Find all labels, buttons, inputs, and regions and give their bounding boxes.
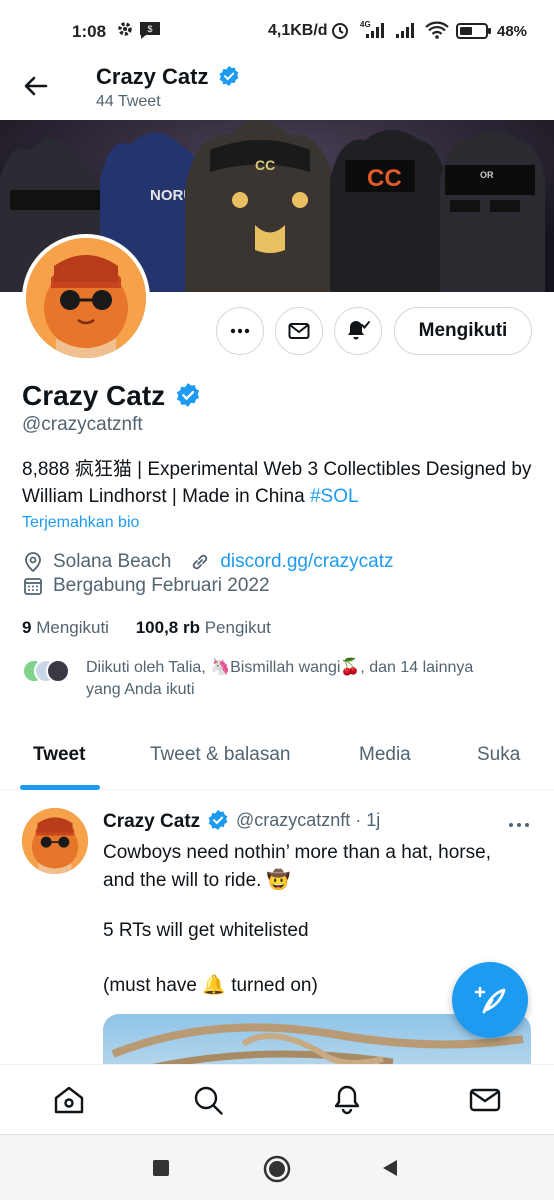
tweet-handle-time: @crazycatznft · 1j <box>236 810 381 830</box>
tweet-author-avatar[interactable] <box>22 808 88 874</box>
tweet-text-line: (must have 🔔 turned on) <box>103 975 318 996</box>
avatar-cat-image <box>26 238 146 358</box>
tab-media[interactable]: Media <box>359 744 411 766</box>
alarm-icon <box>332 23 348 39</box>
hashtag-link[interactable]: #SOL <box>310 486 359 507</box>
compose-feather-icon <box>474 986 506 1014</box>
messages-envelope-icon[interactable] <box>468 1083 502 1117</box>
tweet-count: 44 Tweet <box>96 93 161 110</box>
envelope-icon <box>288 323 310 339</box>
calendar-icon <box>24 578 42 595</box>
settings-icon <box>118 22 132 36</box>
tweet-text-line: Cowboys need nothin’ more than a hat, ho… <box>103 842 491 863</box>
back-arrow-icon[interactable] <box>22 72 50 100</box>
more-dots-icon <box>509 823 529 827</box>
link-icon <box>193 554 208 570</box>
follow-counts: 9 Mengikuti 100,8 rb Pengikut <box>22 618 271 638</box>
translate-bio-link[interactable]: Terjemahkan bio <box>22 514 139 532</box>
more-options-button[interactable] <box>216 307 264 355</box>
verified-badge-icon <box>219 66 239 86</box>
followed-by-text[interactable]: Diikuti oleh Talia, 🦄Bismillah wangi🍒, d… <box>86 657 526 701</box>
joined-row: Bergabung Februari 2022 <box>22 575 270 597</box>
battery-level: 48% <box>497 23 528 40</box>
notifications-bell-icon[interactable] <box>330 1083 364 1117</box>
bottom-navigation <box>0 1064 554 1134</box>
profile-handle: @crazycatznft <box>22 414 143 435</box>
network-speed: 4,1KB/d <box>268 22 328 39</box>
cellular-signal-2-icon <box>396 23 414 38</box>
tab-tweet[interactable]: Tweet <box>33 744 85 766</box>
profile-header: Crazy Catz 44 Tweet <box>0 62 554 120</box>
website-link[interactable]: discord.gg/crazycatz <box>220 551 393 573</box>
svg-text:CC: CC <box>367 165 402 192</box>
tweet-text-line: and the will to ride. 🤠 <box>103 870 291 891</box>
active-tab-indicator <box>20 785 100 790</box>
wifi-icon <box>425 21 449 39</box>
tweet-author-name[interactable]: Crazy Catz <box>103 809 229 833</box>
profile-avatar[interactable] <box>22 234 150 362</box>
location-pin-icon <box>25 552 41 573</box>
system-navigation-bar <box>0 1134 554 1200</box>
message-button[interactable] <box>275 307 323 355</box>
followers-count-link[interactable]: 100,8 rb Pengikut <box>136 618 271 637</box>
back-triangle-icon[interactable] <box>380 1158 400 1178</box>
status-bar: 1:08 $ 4,1KB/d 4G 48% <box>0 0 554 62</box>
tweet-more-button[interactable] <box>508 812 530 835</box>
verified-badge-icon <box>209 810 228 830</box>
status-time: 1:08 <box>72 22 107 41</box>
joined-date: Bergabung Februari 2022 <box>53 575 270 596</box>
svg-text:OR: OR <box>480 170 494 180</box>
battery-icon <box>456 23 491 39</box>
message-notification-icon: $ <box>140 22 160 39</box>
profile-name: Crazy Catz <box>22 380 201 412</box>
svg-text:$: $ <box>147 24 152 34</box>
header-title: Crazy Catz <box>96 64 240 90</box>
svg-text:CC: CC <box>255 157 275 173</box>
bell-check-icon <box>348 321 370 340</box>
tab-tweets-replies[interactable]: Tweet & balasan <box>150 744 290 766</box>
profile-bio: 8,888 疯狂猫 | Experimental Web 3 Collectib… <box>22 459 532 507</box>
recent-apps-icon[interactable] <box>152 1159 170 1177</box>
cellular-signal-icon <box>366 23 384 38</box>
home-circle-icon[interactable] <box>263 1155 291 1183</box>
avatar-cat-image <box>22 808 88 874</box>
profile-meta-row: Solana Beach discord.gg/crazycatz <box>22 551 394 573</box>
verified-badge-icon <box>176 383 200 407</box>
home-icon[interactable] <box>52 1083 86 1117</box>
more-dots-icon <box>230 328 250 334</box>
compose-tweet-button[interactable] <box>452 962 528 1038</box>
profile-tabs: Tweet Tweet & balasan Media Suka <box>0 728 554 790</box>
tab-likes[interactable]: Suka <box>477 744 520 766</box>
search-icon[interactable] <box>191 1083 225 1117</box>
following-button[interactable]: Mengikuti <box>394 307 532 355</box>
following-count-link[interactable]: 9 Mengikuti <box>22 618 109 637</box>
follower-avatar <box>46 659 70 683</box>
location-text: Solana Beach <box>53 551 172 572</box>
notifications-subscribe-button[interactable] <box>334 307 382 355</box>
tweet-text-line: 5 RTs will get whitelisted <box>103 920 309 941</box>
